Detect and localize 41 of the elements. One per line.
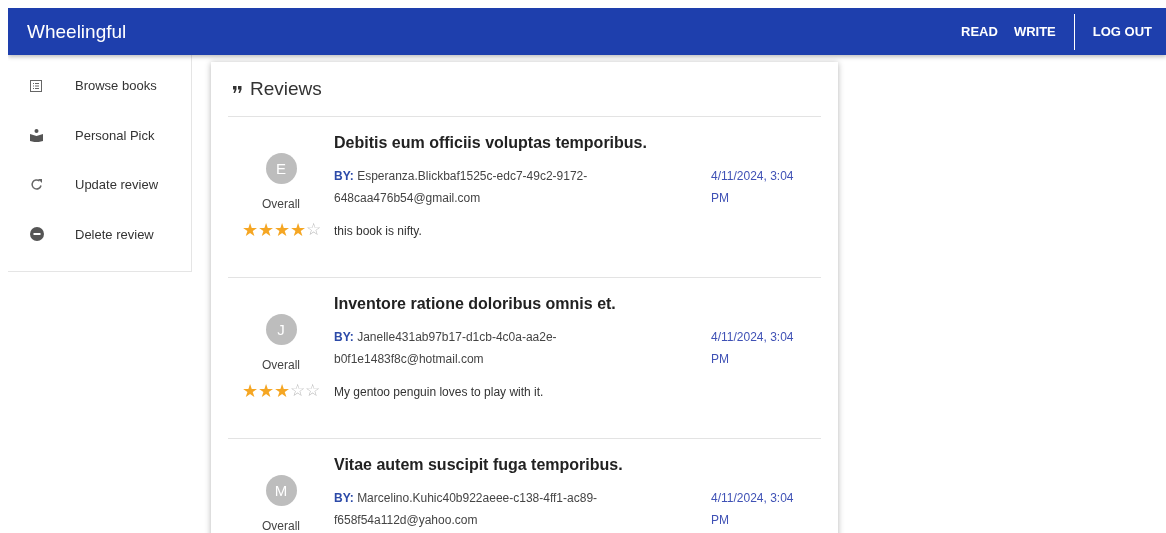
quote-icon [233,85,242,93]
review-title: Inventore ratione doloribus omnis et. [334,295,617,313]
reading-person-icon [30,128,43,142]
refresh-icon [30,178,43,192]
review-title: Debitis eum officiis voluptas temporibus. [334,134,648,152]
sidebar-item[interactable]: Personal Pick [8,110,191,160]
filled-star-icon: ★ [242,382,258,400]
sidebar-item[interactable]: Update review [8,160,191,210]
filled-star-icon: ★ [258,382,274,400]
review-date: 4/11/2024, 3:04 PM [711,168,795,207]
filled-star-icon: ★ [241,221,258,239]
remove-icon [30,227,44,242]
empty-star-icon: ☆ [305,382,320,400]
filled-star-icon: ★ [289,221,306,239]
sidebar-item[interactable]: Browse books [8,61,191,111]
review-title: Vitae autem suscipit fuga temporibus. [334,456,624,474]
review-author: BY: Esperanza.Blickbaf1525c-edc7-49c2-9172-648caa476b54@gmail.com [334,168,589,207]
card-title: Reviews [250,78,322,100]
review-date: 4/11/2024, 3:04 PM [711,490,795,529]
review-text: this book is nifty. [334,224,423,238]
rating-label: Overall [262,358,300,372]
avatar: M [265,475,297,506]
nav-link[interactable]: WRITE [1005,18,1064,45]
filled-star-icon: ★ [257,221,274,239]
list-icon [30,79,42,92]
rating-label: Overall [262,519,300,533]
review-author: BY: Janelle431ab97b17-d1cb-4c0a-aa2e-b0f1e1483f8c@hotmail.com [334,329,558,368]
empty-star-icon: ☆ [290,382,305,400]
rating-label: Overall [262,197,300,211]
nav-link[interactable]: LOG OUT [1084,18,1160,45]
nav-link[interactable]: READ [953,18,1006,45]
empty-star-icon: ☆ [305,221,321,239]
avatar: J [265,314,297,345]
review-date: 4/11/2024, 3:04 PM [711,329,795,368]
filled-star-icon: ★ [274,382,290,400]
review-author: BY: Marcelino.Kuhic40b922aeee-c138-4ff1-ac89-f658f54a112d@yahoo.com [334,490,599,529]
avatar: E [265,153,297,184]
app-title: Wheelingful [27,20,128,43]
review-text: My gentoo penguin loves to play with it. [334,385,545,399]
sidebar-item[interactable]: Delete review [8,209,191,259]
filled-star-icon: ★ [273,221,290,239]
